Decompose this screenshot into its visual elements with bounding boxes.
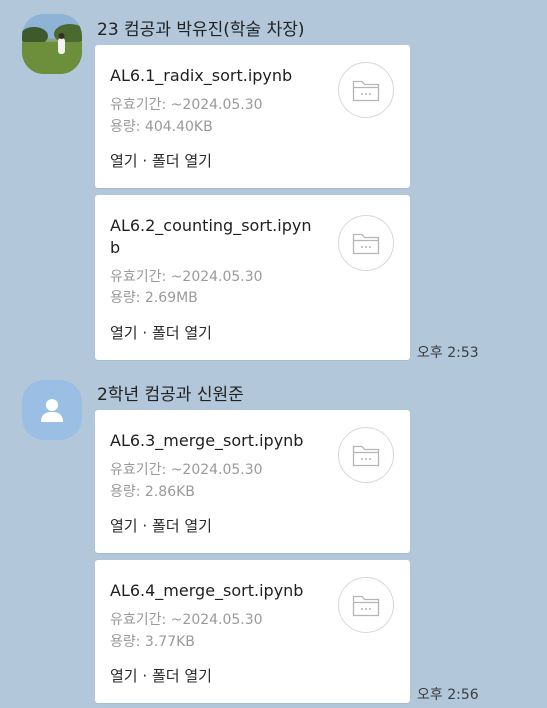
file-size: 용량: 2.69MB <box>110 290 198 306</box>
open-folder-link[interactable]: 폴더 열기 <box>152 324 212 342</box>
avatar-photo-image <box>22 14 82 74</box>
file-message-card[interactable]: AL6.1_radix_sort.ipynb 유효기간: ~2024.05.30… <box>95 45 410 188</box>
file-name[interactable]: AL6.4_merge_sort.ipynb <box>110 580 320 602</box>
file-name[interactable]: AL6.2_counting_sort.ipynb <box>110 215 320 259</box>
sender-name: 2학년 컴공과 신원준 <box>97 385 244 405</box>
folder-button[interactable] <box>338 62 394 118</box>
action-separator: · <box>142 152 148 170</box>
file-expiry: 유효기간: ~2024.05.30 <box>110 269 263 285</box>
folder-icon <box>352 445 380 467</box>
file-actions: 열기 · 폴더 열기 <box>110 515 212 536</box>
file-actions: 열기 · 폴더 열기 <box>110 322 212 343</box>
sender-avatar-photo[interactable] <box>22 14 82 74</box>
message-time: 오후 2:53 <box>417 345 479 361</box>
action-separator: · <box>142 667 148 685</box>
open-file-link[interactable]: 열기 <box>110 324 138 342</box>
open-file-link[interactable]: 열기 <box>110 152 138 170</box>
file-actions: 열기 · 폴더 열기 <box>110 665 212 686</box>
folder-icon <box>352 233 380 255</box>
file-size: 용량: 3.77KB <box>110 634 195 650</box>
sender-avatar-default[interactable] <box>22 380 82 440</box>
file-message-card[interactable]: AL6.2_counting_sort.ipynb 유효기간: ~2024.05… <box>95 195 410 360</box>
file-name[interactable]: AL6.3_merge_sort.ipynb <box>110 430 320 452</box>
open-folder-link[interactable]: 폴더 열기 <box>152 152 212 170</box>
file-expiry: 유효기간: ~2024.05.30 <box>110 462 263 478</box>
folder-icon <box>352 595 380 617</box>
file-expiry: 유효기간: ~2024.05.30 <box>110 612 263 628</box>
file-size: 용량: 2.86KB <box>110 484 195 500</box>
folder-button[interactable] <box>338 427 394 483</box>
file-name[interactable]: AL6.1_radix_sort.ipynb <box>110 65 320 87</box>
person-icon <box>41 399 63 422</box>
open-folder-link[interactable]: 폴더 열기 <box>152 667 212 685</box>
open-file-link[interactable]: 열기 <box>110 667 138 685</box>
folder-button[interactable] <box>338 577 394 633</box>
open-file-link[interactable]: 열기 <box>110 517 138 535</box>
file-size: 용량: 404.40KB <box>110 119 213 135</box>
file-expiry: 유효기간: ~2024.05.30 <box>110 97 263 113</box>
message-time: 오후 2:56 <box>417 687 479 703</box>
file-actions: 열기 · 폴더 열기 <box>110 150 212 171</box>
open-folder-link[interactable]: 폴더 열기 <box>152 517 212 535</box>
action-separator: · <box>142 517 148 535</box>
folder-icon <box>352 80 380 102</box>
folder-button[interactable] <box>338 215 394 271</box>
file-message-card[interactable]: AL6.3_merge_sort.ipynb 유효기간: ~2024.05.30… <box>95 410 410 553</box>
file-message-card[interactable]: AL6.4_merge_sort.ipynb 유효기간: ~2024.05.30… <box>95 560 410 703</box>
sender-name: 23 컴공과 박유진(학술 차장) <box>97 20 305 40</box>
action-separator: · <box>142 324 148 342</box>
